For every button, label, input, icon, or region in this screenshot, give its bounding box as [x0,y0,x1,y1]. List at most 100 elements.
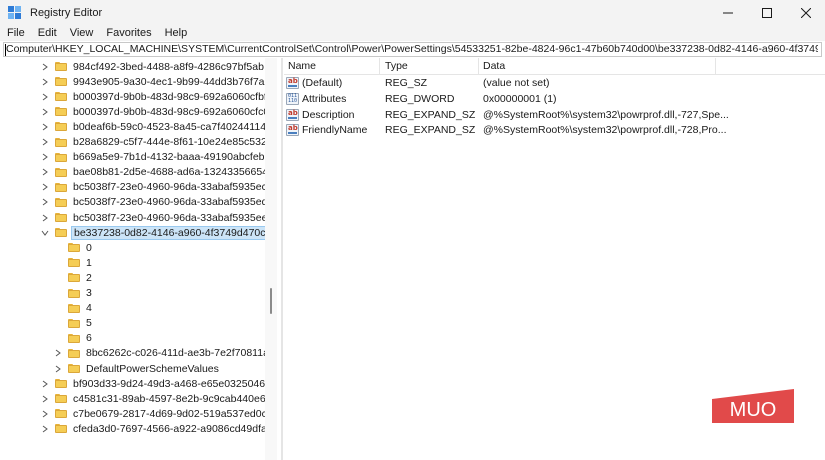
no-expander [54,334,62,342]
tree-item[interactable]: 2 [54,270,94,285]
close-icon [801,7,811,18]
chevron-down-icon[interactable] [41,229,49,237]
tree-item-label: 6 [86,332,92,345]
folder-icon [68,243,80,253]
tree-item-label: 984cf492-3bed-4488-a8f9-4286c97bf5ab [73,60,264,73]
tree-item[interactable]: bc5038f7-23e0-4960-96da-33abaf5935ec [41,180,269,195]
column-header-name[interactable]: Name [288,60,316,72]
tree-item[interactable]: 5 [54,316,94,331]
no-expander [54,289,62,297]
tree-item[interactable]: b000397d-9b0b-483d-98c9-692a6060cfc0 [41,104,271,119]
maximize-button[interactable] [749,0,785,25]
tree-item[interactable]: c7be0679-2817-4d69-9d02-519a537ed0c6 [41,406,275,421]
value-name: FriendlyName [302,124,368,137]
tree-item[interactable]: 0 [54,240,94,255]
chevron-right-icon[interactable] [41,93,49,101]
chevron-right-icon[interactable] [41,138,49,146]
chevron-right-icon[interactable] [41,153,49,161]
tree-item[interactable]: 4 [54,301,94,316]
tree-item[interactable]: be337238-0d82-4146-a960-4f3749d470c7 [41,225,275,240]
tree-item[interactable]: 6 [54,331,94,346]
tree-scrollbar-thumb[interactable] [270,288,272,314]
chevron-right-icon[interactable] [41,410,49,418]
menu-favorites[interactable]: Favorites [106,27,151,39]
value-row[interactable]: ab Description REG_EXPAND_SZ @%SystemRoot%\… [284,108,825,123]
folder-icon [55,77,67,87]
column-header-data[interactable]: Data [483,60,505,72]
tree-item[interactable]: c4581c31-89ab-4597-8e2b-9c9cab440e6b [41,391,274,406]
tree-item[interactable]: DefaultPowerSchemeValues [54,361,221,376]
tree-item[interactable]: bf903d33-9d24-49d3-a468-e65e0325046a [41,376,273,391]
value-row[interactable]: ab FriendlyName REG_EXPAND_SZ @%SystemRoot%… [284,123,825,138]
tree-item[interactable]: b0deaf6b-59c0-4523-8a45-ca7f40244114 [41,119,268,134]
folder-icon [68,288,80,298]
value-name: Attributes [302,92,347,105]
tree-item[interactable]: b000397d-9b0b-483d-98c9-692a6060cfbf [41,89,269,104]
column-divider[interactable] [478,58,479,75]
folder-icon [55,394,67,404]
column-divider[interactable] [379,58,380,75]
close-button[interactable] [788,0,824,25]
value-data: (value not set) [483,77,550,89]
chevron-right-icon[interactable] [54,365,62,373]
tree-item[interactable]: bc5038f7-23e0-4960-96da-33abaf5935ee [41,210,269,225]
chevron-right-icon[interactable] [41,198,49,206]
chevron-right-icon[interactable] [41,63,49,71]
tree-item-label: c7be0679-2817-4d69-9d02-519a537ed0c6 [73,407,273,420]
value-row[interactable]: 011 110 Attributes REG_DWORD 0x00000001 (1) [284,92,825,107]
tree-item-label: 8bc6262c-c026-411d-ae3b-7e2f70811a13 [86,347,277,360]
tree-item[interactable]: bae08b81-2d5e-4688-ad6a-13243356654b [41,165,276,180]
chevron-right-icon[interactable] [41,183,49,191]
tree-item-label: 4 [86,302,92,315]
menu-file[interactable]: File [7,27,25,39]
tree-item[interactable]: 984cf492-3bed-4488-a8f9-4286c97bf5ab [41,59,266,74]
address-bar[interactable]: Computer\HKEY_LOCAL_MACHINE\SYSTEM\Curre… [3,42,822,57]
column-divider[interactable] [715,58,716,75]
binary-value-icon: 011 110 [286,92,299,105]
chevron-right-icon[interactable] [54,349,62,357]
maximize-icon [762,7,772,18]
tree-item[interactable]: b28a6829-c5f7-444e-8f61-10e24e85c532 [41,135,269,150]
tree-item-label: bf903d33-9d24-49d3-a468-e65e0325046a [73,377,271,390]
tree-item[interactable]: 3 [54,286,94,301]
address-path[interactable]: Computer\HKEY_LOCAL_MACHINE\SYSTEM\Curre… [6,43,818,56]
tree-item-label: DefaultPowerSchemeValues [86,362,219,375]
title-bar[interactable]: Registry Editor [0,0,825,25]
folder-icon [55,107,67,117]
column-header-type[interactable]: Type [385,60,408,72]
menu-view[interactable]: View [70,27,94,39]
string-value-icon: ab [286,77,299,89]
tree-scrollbar[interactable] [265,58,277,460]
chevron-right-icon[interactable] [41,168,49,176]
tree-item[interactable]: 1 [54,255,94,270]
pane-splitter[interactable] [281,58,283,460]
folder-icon [55,213,67,222]
tree-item[interactable]: 9943e905-9a30-4ec1-9b99-44dd3b76f7a2 [41,74,272,89]
tree-item[interactable]: b669a5e9-7b1d-4132-baaa-49190abcfeb6 [41,150,272,165]
folder-icon [55,167,67,177]
tree-item[interactable]: cfeda3d0-7697-4566-a922-a9086cd49dfa [41,421,269,436]
chevron-right-icon[interactable] [41,395,49,403]
folder-icon [68,364,80,373]
tree-item-label: b669a5e9-7b1d-4132-baaa-49190abcfeb6 [73,151,271,164]
chevron-right-icon[interactable] [41,123,49,131]
folder-icon [55,182,67,192]
registry-editor-app-icon [8,5,22,20]
tree-item[interactable]: bc5038f7-23e0-4960-96da-33abaf5935ed [41,195,269,210]
value-row[interactable]: ab (Default) REG_SZ (value not set) [284,76,825,91]
chevron-right-icon[interactable] [41,380,49,388]
chevron-right-icon[interactable] [41,108,49,116]
chevron-right-icon[interactable] [41,425,49,433]
tree-item[interactable]: 8bc6262c-c026-411d-ae3b-7e2f70811a13 [54,346,277,361]
value-type: REG_EXPAND_SZ [385,108,476,121]
tree-item-label: b000397d-9b0b-483d-98c9-692a6060cfbf [73,90,267,103]
key-tree[interactable]: 984cf492-3bed-4488-a8f9-4286c97bf5ab 9943… [3,58,277,460]
tree-item-label: b28a6829-c5f7-444e-8f61-10e24e85c532 [73,136,267,148]
chevron-right-icon[interactable] [41,214,49,222]
value-data: @%SystemRoot%\system32\powrprof.dll,-728… [483,124,727,137]
menu-edit[interactable]: Edit [38,27,57,39]
menu-help[interactable]: Help [165,27,188,39]
minimize-button[interactable] [710,0,746,25]
chevron-right-icon[interactable] [41,78,49,86]
no-expander [54,244,62,252]
